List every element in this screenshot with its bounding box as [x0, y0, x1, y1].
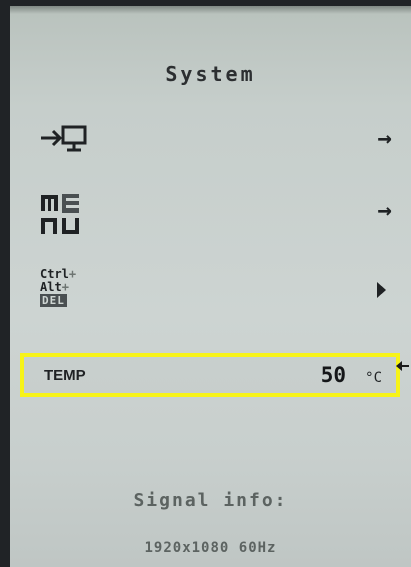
menu-item-input-source[interactable]: → [40, 124, 408, 154]
submenu-triangle-icon [377, 282, 386, 298]
input-source-icon [41, 125, 87, 152]
ctrl-alt-del-icon: Ctrl+ Alt+ DEL [40, 268, 90, 322]
menu-icon [41, 194, 79, 234]
menu-title: System [165, 62, 256, 86]
temp-label: TEMP [44, 367, 86, 384]
submenu-arrow-icon: → [377, 124, 392, 152]
temp-unit: °C [365, 370, 382, 386]
ctrl-key-label: Ctrl [40, 267, 69, 281]
signal-resolution: 1920x1080 60Hz [144, 540, 277, 556]
menu-item-menu[interactable]: → [40, 192, 408, 238]
alt-key-label: Alt [40, 280, 62, 294]
signal-info-label: Signal info: [133, 490, 288, 511]
screen-top-edge [10, 6, 411, 14]
submenu-arrow-icon: → [377, 196, 392, 224]
del-key-label: DEL [40, 294, 67, 307]
osd-screen: System → → Ctrl+ Alt+ DEL TEMP 50 °C Sig… [10, 6, 411, 567]
menu-item-ctrl-alt-del[interactable]: Ctrl+ Alt+ DEL [40, 268, 408, 322]
plus-sign: + [61, 280, 69, 294]
temp-value: 50 [320, 363, 346, 387]
plus-sign: + [68, 267, 77, 281]
temp-row-highlight[interactable]: TEMP 50 °C [20, 353, 400, 397]
selection-pointer-icon [396, 361, 409, 371]
